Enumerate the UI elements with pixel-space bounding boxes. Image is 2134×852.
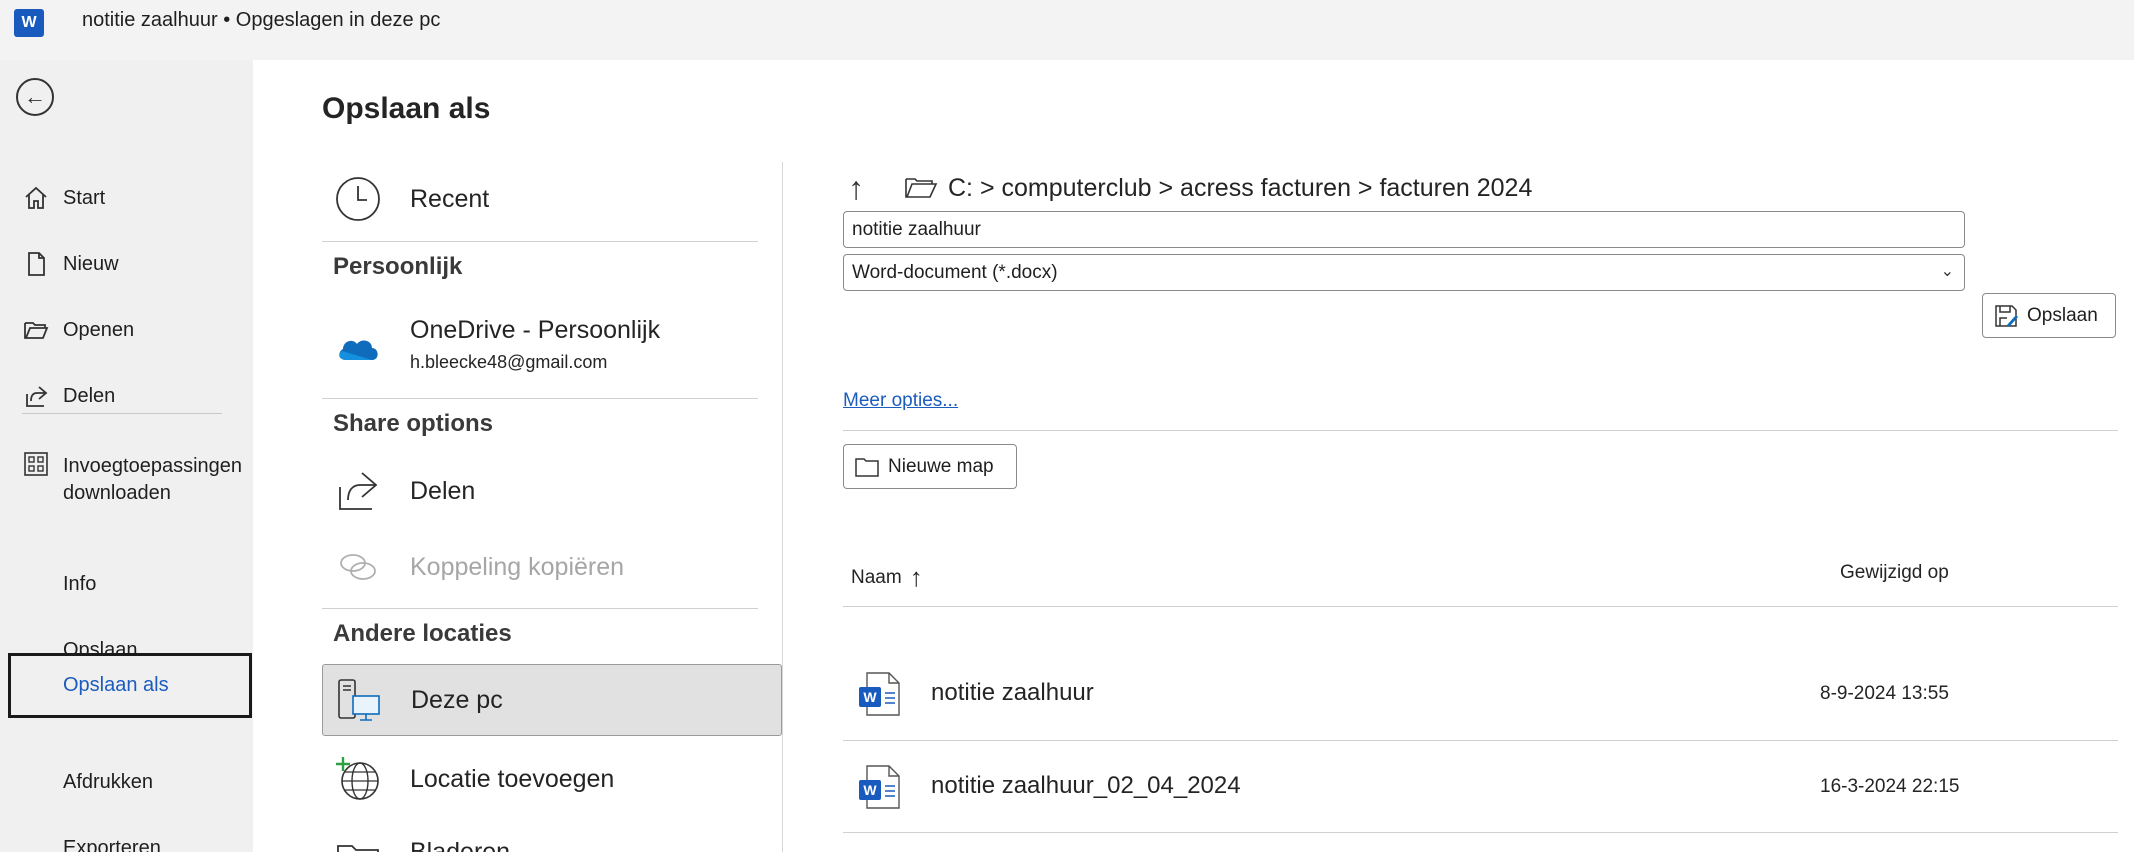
- nav-item-label: Info: [63, 572, 97, 595]
- nav-item-label: Openen: [63, 318, 135, 341]
- home-icon: [25, 186, 47, 209]
- file-row[interactable]: W notitie zaalhuur_02_04_2024 16-3-2024 …: [843, 744, 2118, 828]
- nav-item-start[interactable]: Start: [8, 168, 252, 228]
- divider: [843, 832, 2118, 833]
- column-header-modified[interactable]: Gewijzigd op: [1840, 562, 1949, 584]
- location-label: OneDrive - Persoonlijk: [410, 316, 661, 344]
- column-header-name[interactable]: Naam ↑: [851, 562, 923, 593]
- nav-item-label: Exporteren: [63, 836, 161, 852]
- svg-text:W: W: [863, 689, 877, 705]
- nav-item-info[interactable]: Info: [8, 554, 252, 614]
- column-name-label: Naam: [851, 566, 902, 588]
- file-name: notitie zaalhuur_02_04_2024: [931, 772, 1241, 799]
- location-koppeling-kopieren: Koppeling kopiëren: [322, 536, 782, 598]
- section-heading-share-options: Share options: [333, 410, 494, 437]
- nav-item-nieuw[interactable]: Nieuw: [8, 234, 252, 294]
- nav-item-label: Delen: [63, 384, 116, 407]
- nav-item-exporteren[interactable]: Exporteren: [8, 818, 252, 852]
- folder-icon: [855, 457, 879, 477]
- more-options-link[interactable]: Meer opties...: [843, 390, 958, 412]
- path-bar: ↑ C: > computerclub > acress facturen > …: [848, 168, 1532, 208]
- location-bladeren[interactable]: Bladeren: [322, 826, 782, 852]
- column-divider: [782, 162, 783, 852]
- addins-grid-icon: [24, 452, 48, 476]
- folder-icon: [337, 845, 379, 852]
- location-label: Deze pc: [411, 685, 503, 714]
- window-title: notitie zaalhuur • Opgeslagen in deze pc: [82, 9, 441, 31]
- file-row[interactable]: W notitie zaalhuur 8-9-2024 13:55: [843, 651, 2118, 735]
- nav-item-afdrukken[interactable]: Afdrukken: [8, 752, 252, 812]
- nav-item-label: Start: [63, 186, 106, 209]
- open-folder-icon: [24, 322, 49, 339]
- nav-item-label: Invoegtoepassingen downloaden: [63, 455, 243, 504]
- nav-item-label: Nieuw: [63, 252, 119, 275]
- location-label: Bladeren: [410, 838, 511, 852]
- share-icon: [339, 472, 378, 510]
- share-icon: [26, 386, 48, 407]
- link-icon: [340, 554, 376, 580]
- file-modified: 8-9-2024 13:55: [1820, 683, 1949, 704]
- breadcrumb[interactable]: C: > computerclub > acress facturen > fa…: [948, 174, 1532, 203]
- location-locatie-toevoegen[interactable]: Locatie toevoegen: [322, 746, 782, 812]
- chevron-down-icon: ⌄: [1940, 263, 1954, 280]
- location-deze-pc[interactable]: Deze pc: [322, 664, 782, 736]
- onedrive-cloud-icon: [339, 340, 378, 360]
- svg-text:W: W: [863, 782, 877, 798]
- divider: [843, 430, 2118, 431]
- location-label: Locatie toevoegen: [410, 764, 615, 793]
- location-label: Recent: [410, 184, 490, 213]
- location-label: Koppeling kopiëren: [410, 552, 625, 581]
- up-arrow-icon[interactable]: ↑: [848, 170, 888, 207]
- word-app-icon: W: [14, 9, 44, 37]
- file-name: notitie zaalhuur: [931, 679, 1094, 706]
- nav-item-label: Opslaan als: [63, 674, 169, 696]
- nav-item-opslaan-als[interactable]: Opslaan als: [8, 653, 252, 718]
- location-email: h.bleecke48@gmail.com: [410, 352, 608, 372]
- nav-item-delen[interactable]: Delen: [8, 366, 252, 426]
- divider: [322, 241, 758, 242]
- save-button-label: Opslaan: [2027, 304, 2098, 326]
- nav-item-openen[interactable]: Openen: [8, 300, 252, 360]
- file-modified: 16-3-2024 22:15: [1820, 776, 1960, 797]
- section-heading-andere-locaties: Andere locaties: [333, 620, 512, 647]
- divider: [843, 740, 2118, 741]
- clock-icon: [336, 177, 380, 221]
- save-button[interactable]: Opslaan: [1982, 293, 2116, 338]
- sort-up-arrow-icon: ↑: [909, 562, 923, 592]
- location-recent[interactable]: Recent: [322, 168, 782, 230]
- word-file-icon: W: [859, 765, 900, 809]
- title-bar: W notitie zaalhuur • Opgeslagen in deze …: [0, 0, 2134, 60]
- nav-divider: [22, 413, 222, 414]
- nav-item-label: Afdrukken: [63, 770, 154, 793]
- page-title: Opslaan als: [322, 92, 491, 125]
- new-folder-button[interactable]: Nieuwe map: [843, 444, 1017, 489]
- divider: [843, 606, 2118, 607]
- filetype-dropdown[interactable]: Word-document (*.docx) ⌄: [843, 254, 1965, 291]
- divider: [322, 398, 758, 399]
- word-file-icon: W: [859, 672, 900, 716]
- open-folder-icon: [905, 178, 938, 198]
- new-folder-label: Nieuwe map: [888, 455, 994, 477]
- divider: [322, 608, 758, 609]
- backstage-nav: ← Start Nieuw Openen Delen Invoegtoepass…: [0, 60, 253, 852]
- location-label: Delen: [410, 476, 476, 505]
- location-delen[interactable]: Delen: [322, 458, 782, 524]
- nav-item-invoegtoepassingen[interactable]: Invoegtoepassingen downloaden: [8, 440, 252, 520]
- new-document-icon: [28, 252, 45, 276]
- computer-icon: [338, 679, 380, 721]
- section-heading-persoonlijk: Persoonlijk: [333, 253, 463, 280]
- filetype-value: Word-document (*.docx): [852, 261, 1058, 283]
- back-arrow-icon[interactable]: ←: [16, 78, 54, 116]
- filename-input[interactable]: notitie zaalhuur: [843, 211, 1965, 248]
- globe-add-icon: [336, 757, 379, 800]
- location-onedrive[interactable]: OneDrive - Persoonlijk h.bleecke48@gmail…: [322, 310, 782, 390]
- save-icon: [1995, 304, 2018, 327]
